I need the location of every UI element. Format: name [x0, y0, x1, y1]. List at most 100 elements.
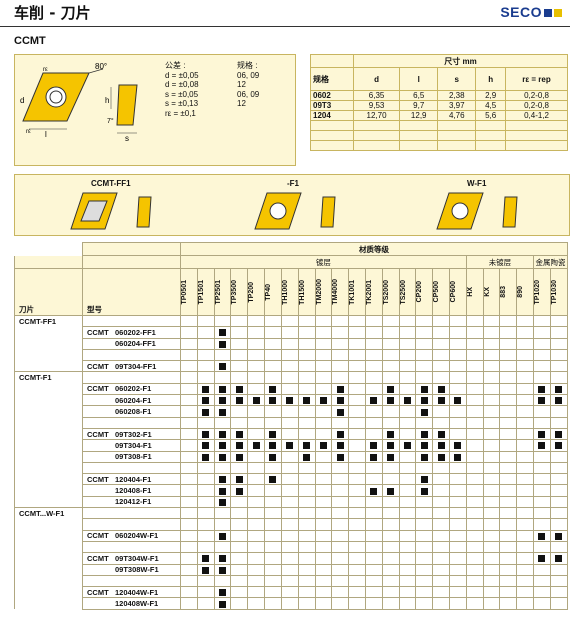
grade-cell [348, 484, 366, 497]
grade-cell [516, 552, 535, 565]
grade-cell [432, 405, 450, 418]
grade-cell [516, 450, 535, 463]
l-label: l [45, 130, 47, 139]
grade-cell [449, 495, 467, 509]
grade-cell [213, 371, 232, 384]
grade-cell [348, 382, 366, 396]
grade-cell [364, 473, 383, 486]
grade-cell [213, 450, 232, 463]
grade-cell [398, 473, 417, 486]
table-row: CCMT 060204W-F1 [14, 529, 569, 542]
grade-cell [314, 461, 333, 475]
grade-cell [533, 450, 551, 463]
chipbreaker-panel: CCMT-FF1 -F1 W-F1 [14, 174, 570, 236]
row-type-cell [82, 416, 181, 429]
grade-col-header: TP0501 [180, 268, 198, 316]
grade-cell [449, 348, 467, 362]
row-type-cell: 09T308-F1 [82, 450, 181, 463]
table-row: 060208-F1 [14, 405, 569, 418]
grade-cell [348, 597, 366, 610]
grade-cell [482, 405, 501, 418]
dims-cell: 4,5 [475, 100, 507, 111]
grade-cell [398, 586, 417, 599]
grade-cell [314, 382, 333, 396]
grade-cell [230, 586, 249, 599]
grade-cell [381, 439, 400, 452]
grade-col-header: TH1000 [280, 268, 299, 316]
grade-cell [549, 439, 569, 452]
grade-cell [264, 507, 282, 520]
grade-cell [180, 337, 198, 350]
availability-marker-icon [538, 555, 546, 563]
chipbreaker-label: CCMT-FF1 [91, 179, 131, 188]
grade-cell [482, 394, 501, 407]
grade-cell [533, 439, 551, 452]
availability-marker-icon [387, 385, 395, 393]
grade-cell [549, 450, 569, 463]
grade-cell [264, 371, 282, 384]
grade-cell [196, 518, 215, 531]
grade-cell [280, 552, 299, 565]
grade-cell [247, 348, 266, 362]
grade-cell [348, 507, 366, 520]
grade-cell [516, 473, 535, 486]
grade-cell [297, 394, 316, 407]
grade-cell [398, 348, 417, 362]
grade-cell [314, 495, 333, 509]
grade-cell [482, 439, 501, 452]
row-insert-cell [14, 417, 83, 429]
grade-cell [482, 427, 501, 441]
grade-cell [516, 529, 535, 542]
grade-cell [280, 518, 299, 531]
grade-cell [432, 552, 450, 565]
grade-name: TP3500 [231, 279, 239, 305]
grade-cell [247, 405, 266, 418]
grade-cell [549, 461, 569, 475]
grade-cell [348, 360, 366, 373]
logo-text: SECO [500, 4, 542, 20]
grade-cell [264, 495, 282, 509]
grade-cell [398, 382, 417, 396]
grade-cell [381, 540, 400, 554]
grade-cell [230, 371, 249, 384]
grade-cell [465, 461, 484, 475]
grade-cell [381, 586, 400, 599]
availability-marker-icon [235, 442, 243, 450]
availability-marker-icon [420, 431, 428, 439]
grade-cell [280, 439, 299, 452]
spec-panel: 80° d l rε rε h 7° s 公差 : d = ±0,05 d = … [14, 54, 296, 166]
row-insert-cell [14, 462, 83, 474]
grade-cell [364, 597, 383, 610]
grade-cell [280, 563, 299, 576]
table-row: CCMT 120404W-F1 [14, 586, 569, 599]
grade-cell [297, 337, 316, 350]
section-blank [82, 507, 181, 520]
grade-cell [331, 427, 350, 441]
row-insert-cell [14, 405, 83, 418]
grade-cell [415, 371, 434, 384]
grade-cell [499, 371, 518, 384]
grade-cell [398, 529, 417, 542]
grade-cell [482, 416, 501, 429]
grade-cell [364, 405, 383, 418]
availability-marker-icon [555, 442, 563, 450]
grade-cell [196, 586, 215, 599]
row-code: 060202-F1 [115, 384, 152, 394]
grade-cell [213, 461, 232, 475]
grade-cell [432, 586, 450, 599]
grade-cell [213, 360, 232, 373]
grade-cell [364, 439, 383, 452]
grade-cell [180, 461, 198, 475]
grade-col-header: 890 [516, 268, 535, 316]
grade-cell [482, 495, 501, 509]
dims-col-header: d [352, 67, 401, 91]
row-type-cell: CCMT 120404-F1 [82, 473, 181, 486]
grade-cell [432, 473, 450, 486]
availability-marker-icon [269, 476, 277, 484]
grade-cell [264, 461, 282, 475]
grade-cell [364, 326, 383, 339]
grade-cell [533, 348, 551, 362]
grade-cell [465, 394, 484, 407]
grade-cell [264, 574, 282, 588]
grade-cell [314, 405, 333, 418]
